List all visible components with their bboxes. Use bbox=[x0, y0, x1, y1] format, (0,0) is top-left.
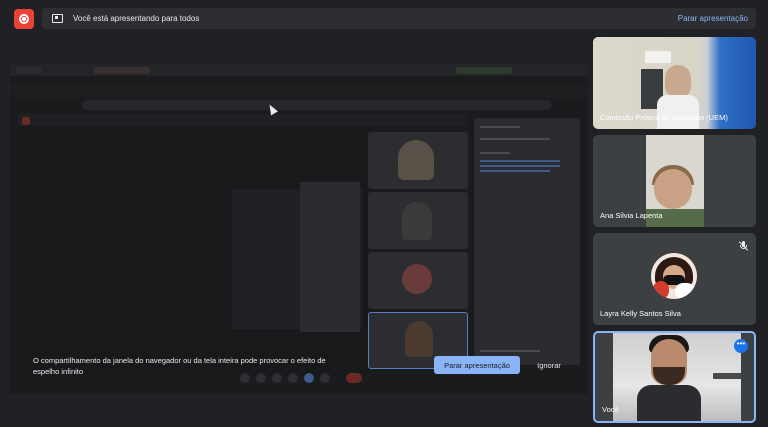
shared-screen-preview bbox=[10, 64, 588, 394]
meet-window: Você está apresentando para todos Parar … bbox=[0, 0, 768, 427]
stop-presenting-button[interactable]: Parar apresentação bbox=[434, 356, 520, 374]
stop-presenting-link[interactable]: Parar apresentação bbox=[678, 14, 748, 23]
mirrored-control bbox=[346, 373, 362, 383]
mirrored-record-icon bbox=[22, 117, 30, 125]
infinite-mirror-warning: O compartilhamento da janela do navegado… bbox=[33, 356, 326, 376]
participant-tile[interactable]: Layra Kelly Santos Silva bbox=[593, 233, 756, 325]
mirrored-tab-bar bbox=[10, 64, 588, 76]
participant-name: Você bbox=[602, 405, 619, 414]
participant-video bbox=[613, 333, 741, 421]
participant-avatar bbox=[651, 253, 697, 299]
participant-name: Ana Silvia Lapenta bbox=[600, 211, 663, 220]
participant-name: Layra Kelly Santos Silva bbox=[600, 309, 681, 318]
mirrored-bookmarks-bar bbox=[10, 84, 588, 98]
mirrored-tile bbox=[368, 192, 468, 249]
mic-off-icon bbox=[738, 241, 749, 251]
presenting-status-text: Você está apresentando para todos bbox=[73, 14, 200, 23]
mirrored-tile bbox=[368, 252, 468, 309]
mirrored-chat-panel bbox=[474, 118, 580, 365]
participant-tile[interactable]: Ana Silvia Lapenta bbox=[593, 135, 756, 227]
mirrored-address-bar bbox=[82, 100, 552, 110]
mirrored-tile bbox=[368, 132, 468, 189]
participant-tile-self[interactable]: ••• Você bbox=[593, 331, 756, 423]
mirrored-meet-banner bbox=[18, 114, 468, 126]
present-screen-icon bbox=[52, 14, 63, 23]
record-icon bbox=[19, 14, 29, 24]
mirrored-chat-deep bbox=[300, 182, 360, 332]
more-options-icon[interactable]: ••• bbox=[734, 339, 748, 353]
presenting-banner: Você está apresentando para todos Parar … bbox=[42, 8, 756, 29]
participant-tile[interactable]: Comissão Própria de Avaliação (UEM) bbox=[593, 37, 756, 129]
participant-name: Comissão Própria de Avaliação (UEM) bbox=[600, 113, 728, 122]
ignore-button[interactable]: Ignorar bbox=[532, 356, 566, 374]
record-button[interactable] bbox=[14, 9, 34, 29]
